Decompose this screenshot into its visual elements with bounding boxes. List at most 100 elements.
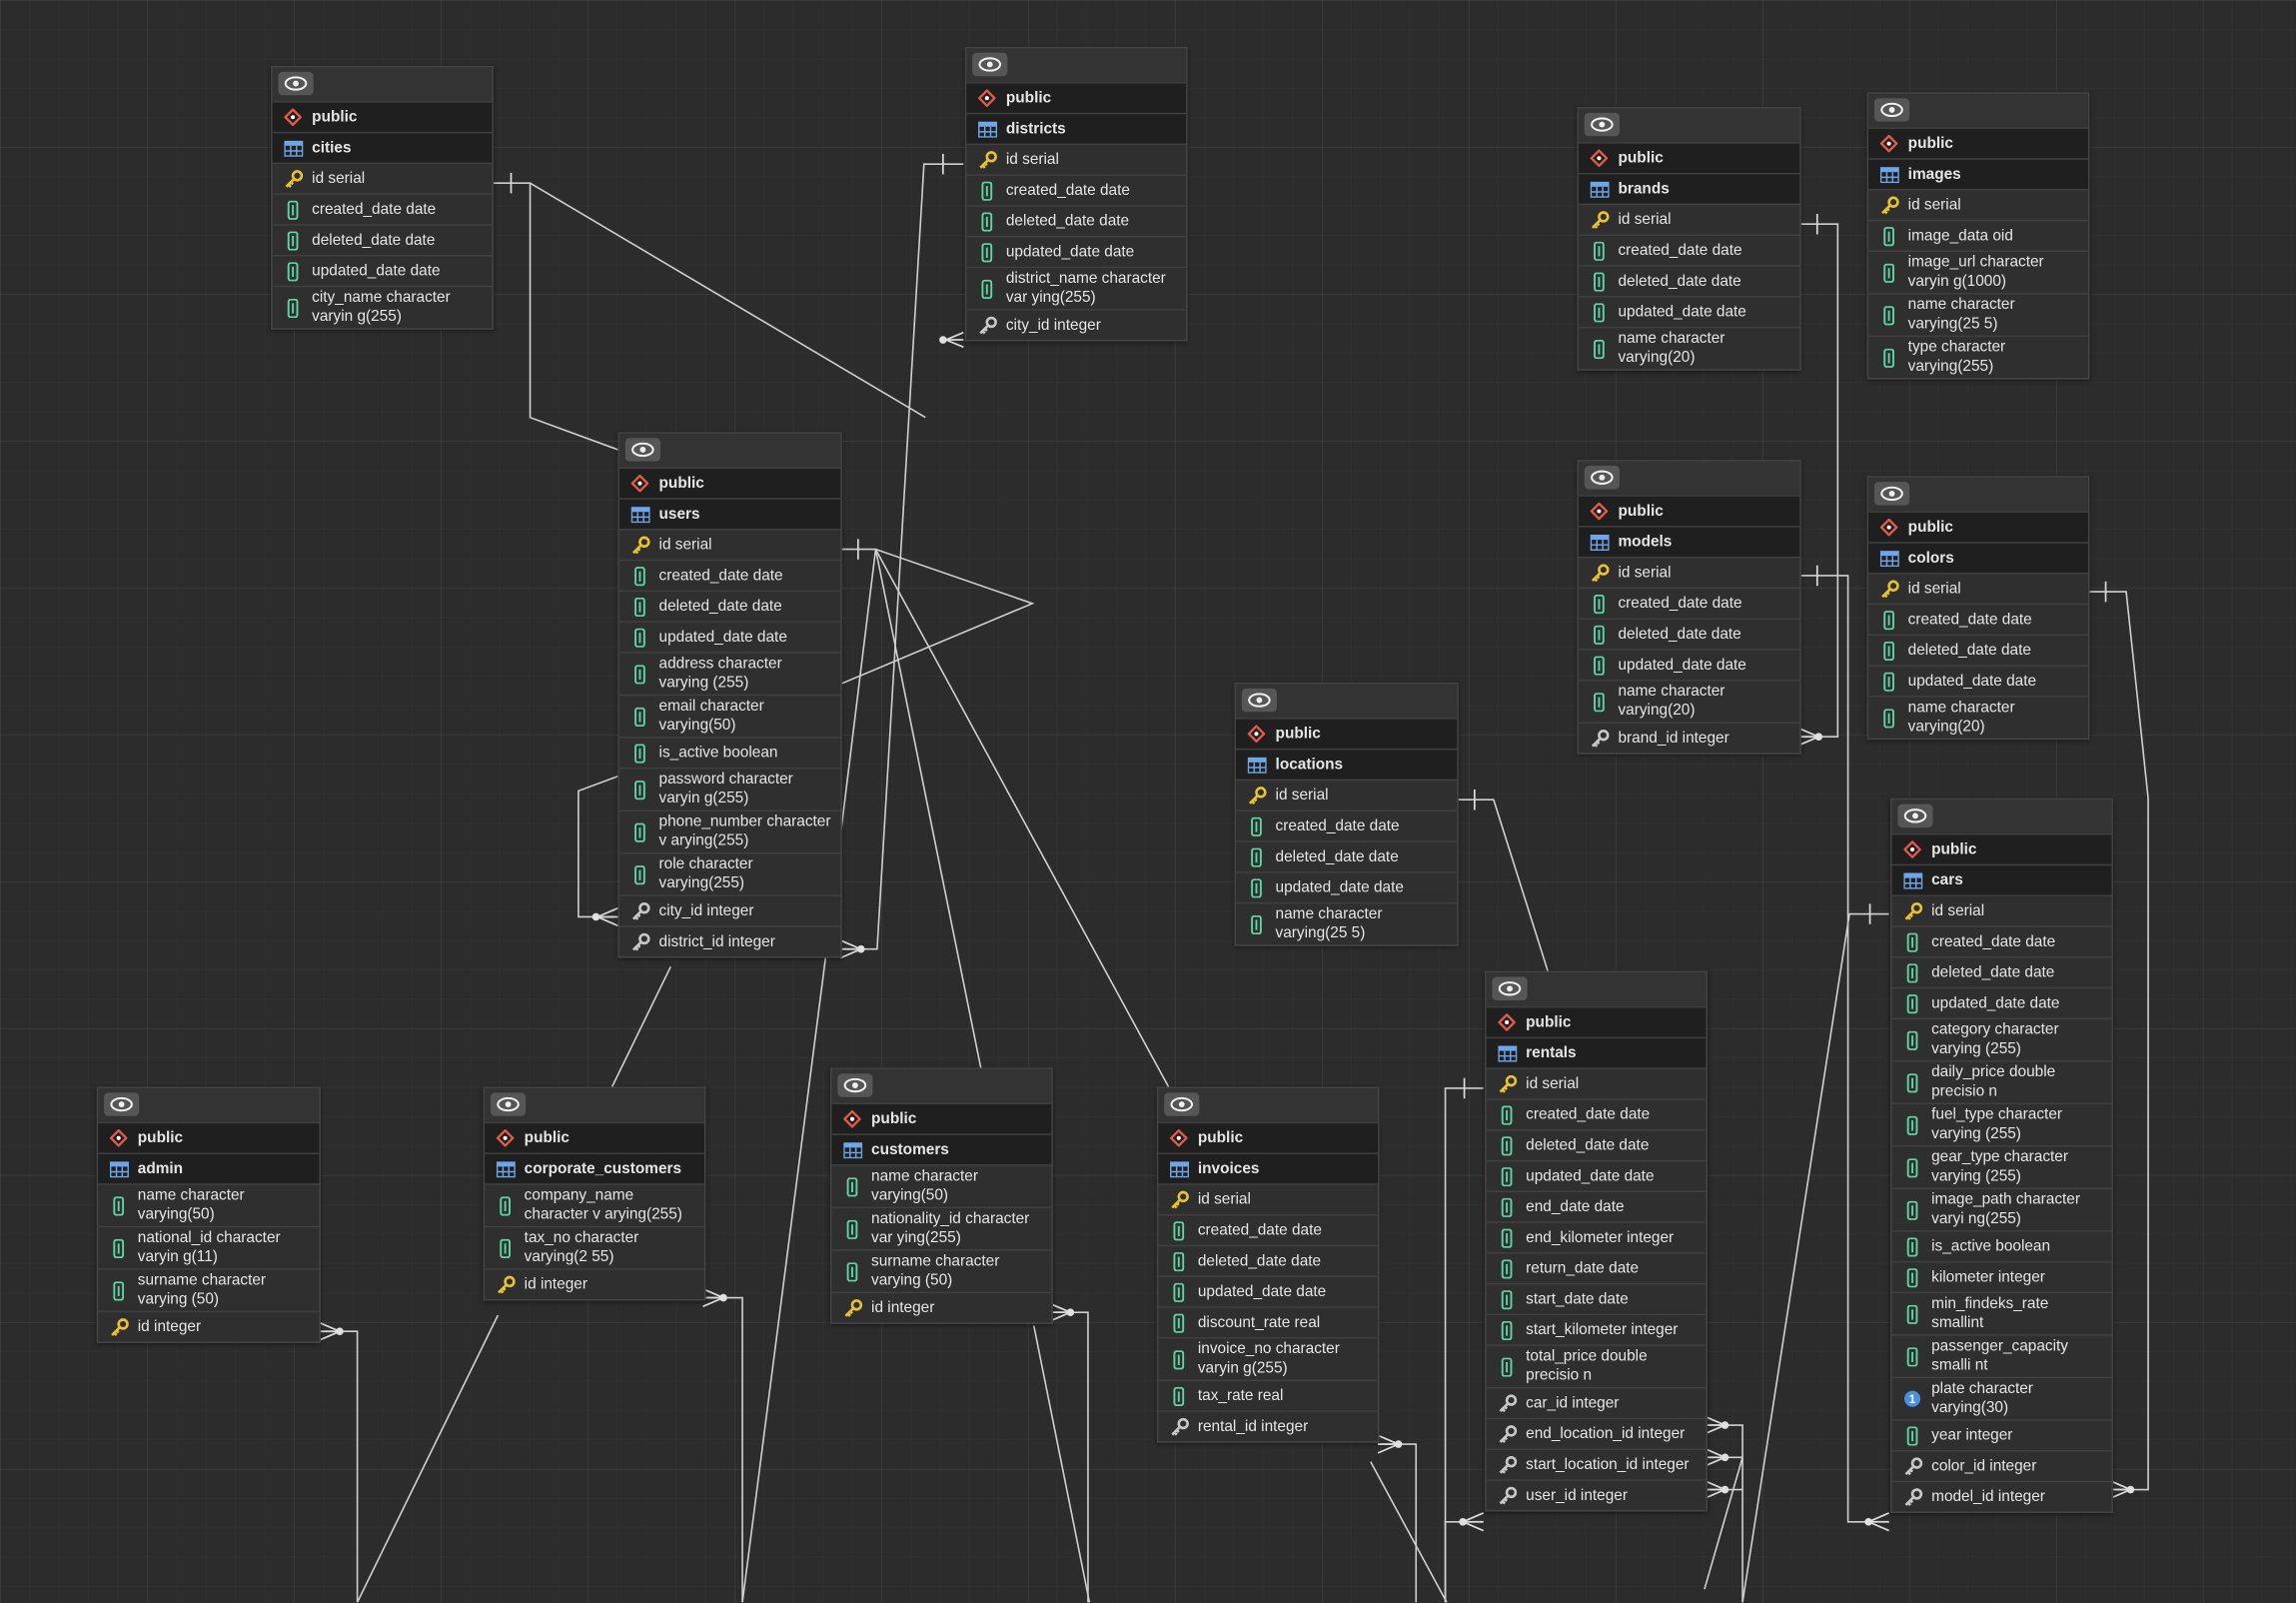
table-name-row[interactable]: users: [618, 498, 841, 530]
column-row[interactable]: id serial: [1578, 556, 1800, 588]
column-row[interactable]: start_date date: [1486, 1282, 1707, 1314]
column-row[interactable]: id serial: [1891, 894, 2112, 925]
schema-row[interactable]: public: [1235, 718, 1458, 749]
column-row[interactable]: updated_date date: [1486, 1159, 1707, 1191]
column-row[interactable]: district_id integer: [618, 925, 841, 956]
table-brands[interactable]: public brands id serial created_date date de…: [1577, 106, 1801, 371]
column-row[interactable]: tax_no character varying(2 55): [485, 1225, 704, 1269]
column-row[interactable]: created_date date: [618, 559, 841, 591]
eye-icon[interactable]: [1164, 1092, 1200, 1116]
column-row[interactable]: kilometer integer: [1891, 1260, 2112, 1292]
column-row[interactable]: phone_number character v arying(255): [618, 809, 841, 852]
column-row[interactable]: surname character varying (50): [98, 1268, 320, 1311]
column-row[interactable]: id serial: [1578, 203, 1800, 235]
table-customers[interactable]: public customers name character varying(50…: [829, 1067, 1053, 1324]
column-row[interactable]: rental_id integer: [1158, 1410, 1379, 1441]
column-row[interactable]: deleted_date date: [1868, 634, 2088, 666]
column-row[interactable]: created_date date: [1578, 234, 1800, 265]
column-row[interactable]: city_name character varyin g(255): [272, 285, 493, 329]
column-row[interactable]: id integer: [485, 1268, 704, 1299]
column-row[interactable]: updated_date date: [1578, 649, 1800, 680]
schema-row[interactable]: public: [1868, 127, 2088, 159]
table-images[interactable]: public images id serial image_data oid image…: [1866, 92, 2090, 380]
column-row[interactable]: deleted_date date: [966, 205, 1187, 236]
table-name-row[interactable]: corporate_customers: [485, 1152, 704, 1184]
schema-row[interactable]: public: [98, 1121, 320, 1153]
column-row[interactable]: updated_date date: [1868, 665, 2088, 696]
column-row[interactable]: fuel_type character varying (255): [1891, 1102, 2112, 1146]
column-row[interactable]: deleted_date date: [1486, 1128, 1707, 1160]
eye-icon[interactable]: [1584, 112, 1620, 137]
column-row[interactable]: role character varying(255): [618, 851, 841, 895]
column-row[interactable]: discount_rate real: [1158, 1306, 1379, 1337]
table-cities[interactable]: public cities id serial created_date date de…: [271, 65, 494, 330]
column-row[interactable]: id serial: [1868, 189, 2088, 220]
column-row[interactable]: is_active boolean: [618, 737, 841, 768]
table-models[interactable]: public models id serial created_date date de…: [1577, 460, 1801, 755]
column-row[interactable]: created_date date: [1158, 1213, 1379, 1245]
column-row[interactable]: gear_type character varying (255): [1891, 1145, 2112, 1188]
column-row[interactable]: created_date date: [272, 193, 493, 224]
table-name-row[interactable]: cities: [272, 131, 493, 163]
table-users[interactable]: public users id serial created_date date del…: [617, 432, 842, 958]
table-admin[interactable]: public admin name character varying(50) nat…: [96, 1086, 321, 1343]
column-row[interactable]: passenger_capacity smalli nt: [1891, 1334, 2112, 1377]
eye-icon[interactable]: [624, 438, 660, 462]
column-row[interactable]: updated_date date: [1891, 986, 2112, 1018]
column-row[interactable]: password character varyin g(255): [618, 767, 841, 810]
column-row[interactable]: deleted_date date: [1235, 840, 1458, 871]
column-row[interactable]: id serial: [1235, 779, 1458, 810]
eye-icon[interactable]: [104, 1092, 140, 1116]
table-corporate-customers[interactable]: public corporate_customers company_name ch…: [483, 1086, 706, 1301]
column-row[interactable]: end_location_id integer: [1486, 1417, 1707, 1449]
column-row[interactable]: name character varying(20): [1578, 680, 1800, 723]
column-row[interactable]: id serial: [1868, 573, 2088, 604]
column-row[interactable]: surname character varying (50): [831, 1249, 1052, 1292]
eye-icon[interactable]: [1584, 466, 1620, 490]
column-row[interactable]: start_kilometer integer: [1486, 1313, 1707, 1345]
table-name-row[interactable]: colors: [1868, 542, 2088, 574]
column-row[interactable]: created_date date: [1486, 1098, 1707, 1129]
eye-icon[interactable]: [837, 1073, 873, 1097]
column-row[interactable]: total_price double precisio n: [1486, 1344, 1707, 1387]
eye-icon[interactable]: [1492, 976, 1528, 1001]
column-row[interactable]: brand_id integer: [1578, 722, 1800, 754]
table-name-row[interactable]: cars: [1891, 863, 2112, 895]
column-row[interactable]: image_path character varyi ng(255): [1891, 1187, 2112, 1231]
table-districts[interactable]: public districts id serial created_date dat…: [964, 46, 1188, 342]
column-row[interactable]: category character varying (255): [1891, 1017, 2112, 1061]
column-row[interactable]: color_id integer: [1891, 1449, 2112, 1481]
schema-row[interactable]: public: [1891, 832, 2112, 864]
eye-icon[interactable]: [278, 71, 314, 96]
column-row[interactable]: email character varying(50): [618, 694, 841, 738]
table-name-row[interactable]: models: [1578, 526, 1800, 557]
schema-row[interactable]: public: [1486, 1005, 1707, 1037]
column-row[interactable]: image_url character varyin g(1000): [1868, 250, 2088, 294]
column-row[interactable]: deleted_date date: [1158, 1244, 1379, 1276]
table-locations[interactable]: public locations id serial created_date dat…: [1234, 682, 1459, 946]
column-row[interactable]: id serial: [272, 162, 493, 194]
schema-row[interactable]: public: [1578, 142, 1800, 173]
table-invoices[interactable]: public invoices id serial created_date date…: [1156, 1086, 1380, 1443]
table-name-row[interactable]: admin: [98, 1152, 320, 1184]
column-row[interactable]: name character varying(25 5): [1868, 293, 2088, 336]
table-name-row[interactable]: customers: [831, 1133, 1052, 1165]
column-row[interactable]: model_id integer: [1891, 1480, 2112, 1512]
table-colors[interactable]: public colors id serial created_date date de…: [1866, 476, 2090, 741]
column-row[interactable]: updated_date date: [966, 235, 1187, 267]
column-row[interactable]: updated_date date: [1235, 871, 1458, 902]
eye-icon[interactable]: [972, 52, 1008, 77]
schema-row[interactable]: public: [831, 1102, 1052, 1134]
eye-icon[interactable]: [1873, 98, 1910, 122]
column-row[interactable]: id integer: [98, 1310, 320, 1342]
table-cars[interactable]: public cars id serial created_date date dele…: [1890, 798, 2113, 1513]
column-row[interactable]: deleted_date date: [1578, 265, 1800, 296]
column-row[interactable]: start_location_id integer: [1486, 1448, 1707, 1479]
eye-icon[interactable]: [1897, 803, 1933, 828]
erd-canvas[interactable]: public cities id serial created_date date de…: [0, 0, 2296, 1603]
column-row[interactable]: nationality_id character var ying(255): [831, 1206, 1052, 1250]
column-row[interactable]: end_kilometer integer: [1486, 1221, 1707, 1252]
schema-row[interactable]: public: [1578, 495, 1800, 527]
column-row[interactable]: city_id integer: [618, 894, 841, 925]
table-name-row[interactable]: invoices: [1158, 1152, 1379, 1184]
